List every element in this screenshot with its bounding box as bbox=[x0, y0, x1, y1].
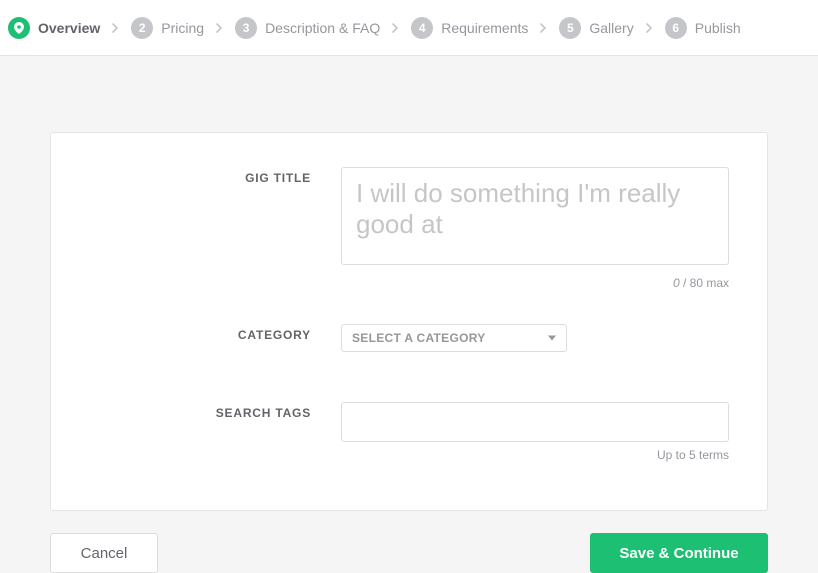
step-overview[interactable]: Overview bbox=[8, 17, 100, 39]
wizard-progress-bar: Overview 2 Pricing 3 Description & FAQ 4… bbox=[0, 0, 818, 56]
chevron-right-icon bbox=[112, 23, 119, 33]
search-tags-helper: Up to 5 terms bbox=[341, 448, 729, 462]
step-requirements[interactable]: 4 Requirements bbox=[411, 17, 528, 39]
row-category: CATEGORY SELECT A CATEGORY bbox=[51, 324, 729, 352]
step-publish[interactable]: 6 Publish bbox=[665, 17, 741, 39]
form-footer: Cancel Save & Continue bbox=[50, 533, 768, 573]
step-description-faq[interactable]: 3 Description & FAQ bbox=[235, 17, 380, 39]
label-gig-title: GIG TITLE bbox=[51, 167, 341, 290]
step-gallery[interactable]: 5 Gallery bbox=[559, 17, 633, 39]
label-category: CATEGORY bbox=[51, 324, 341, 352]
gig-title-input[interactable] bbox=[341, 167, 729, 265]
category-select-value: SELECT A CATEGORY bbox=[352, 331, 486, 345]
row-gig-title: GIG TITLE 0 / 80 max bbox=[51, 167, 729, 290]
cancel-button[interactable]: Cancel bbox=[50, 533, 158, 573]
step-label: Overview bbox=[38, 20, 100, 36]
step-label: Gallery bbox=[589, 20, 633, 36]
chevron-right-icon bbox=[392, 23, 399, 33]
form-card: GIG TITLE 0 / 80 max CATEGORY SELECT A C… bbox=[50, 132, 768, 511]
step-number-badge: 3 bbox=[235, 17, 257, 39]
step-number-badge: 2 bbox=[131, 17, 153, 39]
chevron-right-icon bbox=[540, 23, 547, 33]
main-content: GIG TITLE 0 / 80 max CATEGORY SELECT A C… bbox=[0, 56, 818, 573]
step-number-badge: 6 bbox=[665, 17, 687, 39]
label-search-tags: SEARCH TAGS bbox=[51, 402, 341, 462]
category-select[interactable]: SELECT A CATEGORY bbox=[341, 324, 567, 352]
map-pin-icon bbox=[8, 17, 30, 39]
step-number-badge: 5 bbox=[559, 17, 581, 39]
row-search-tags: SEARCH TAGS Up to 5 terms bbox=[51, 402, 729, 462]
chevron-right-icon bbox=[646, 23, 653, 33]
save-continue-button[interactable]: Save & Continue bbox=[590, 533, 768, 573]
step-label: Description & FAQ bbox=[265, 20, 380, 36]
step-label: Pricing bbox=[161, 20, 204, 36]
step-pricing[interactable]: 2 Pricing bbox=[131, 17, 204, 39]
search-tags-input[interactable] bbox=[341, 402, 729, 442]
chevron-right-icon bbox=[216, 23, 223, 33]
step-label: Publish bbox=[695, 20, 741, 36]
gig-title-counter: 0 / 80 max bbox=[341, 276, 729, 290]
step-number-badge: 4 bbox=[411, 17, 433, 39]
caret-down-icon bbox=[548, 336, 556, 341]
step-label: Requirements bbox=[441, 20, 528, 36]
